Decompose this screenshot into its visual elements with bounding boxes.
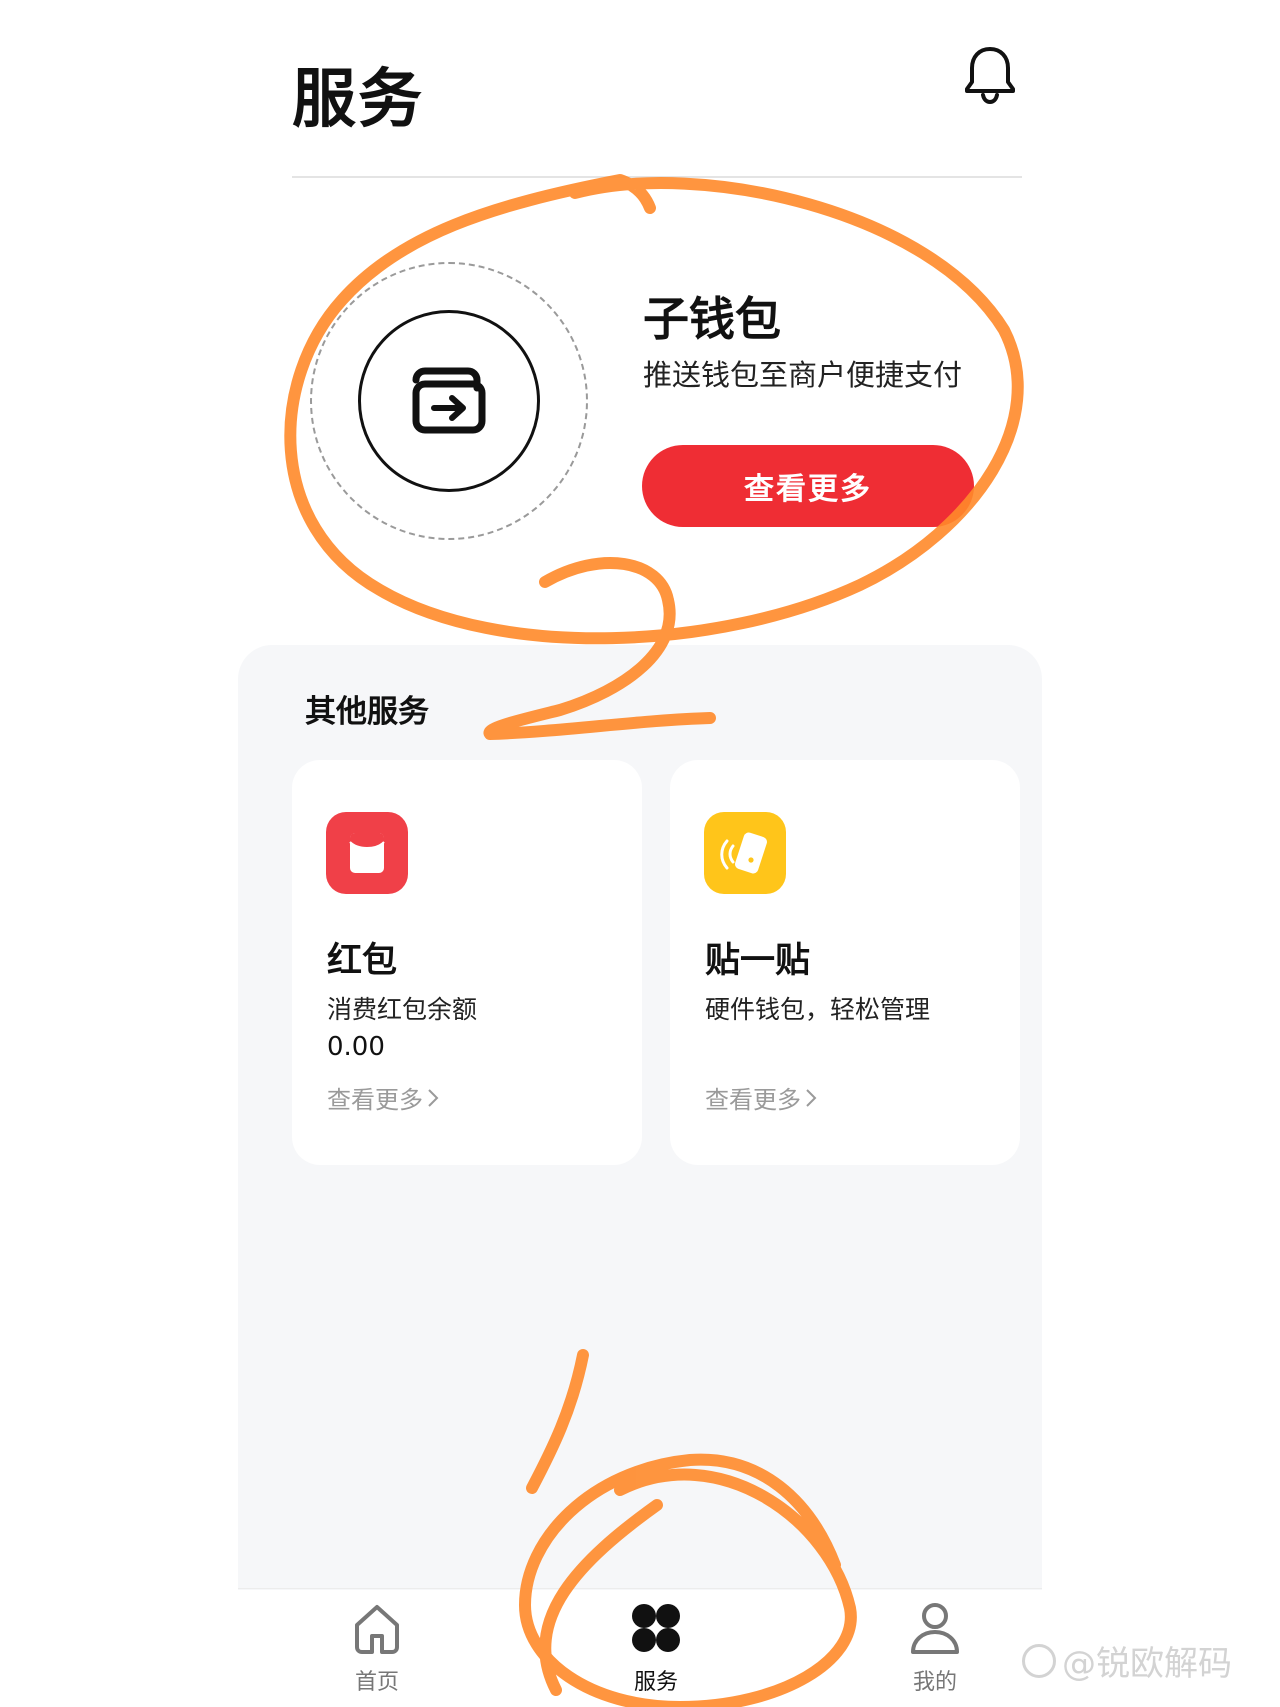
tab-home-label: 首页 [354, 1670, 399, 1695]
tab-home[interactable]: 首页 [307, 1600, 447, 1700]
bell-icon[interactable] [963, 45, 1017, 105]
watermark-text: @锐欧解码 [1062, 1644, 1232, 1684]
red-envelope-title: 红包 [327, 941, 398, 981]
chevron-right-icon [806, 1088, 817, 1107]
other-services-title: 其他服务 [305, 694, 429, 730]
red-envelope-more-link[interactable]: 查看更多 [327, 1080, 439, 1115]
nfc-tap-more-label: 查看更多 [705, 1086, 801, 1114]
tab-mine[interactable]: 我的 [865, 1600, 1005, 1700]
tabbar-divider [238, 1588, 1042, 1589]
wallet-transfer-icon [412, 367, 486, 434]
page-title: 服务 [292, 63, 424, 137]
home-icon [355, 1605, 399, 1654]
header-divider [292, 176, 1022, 178]
nfc-tap-title: 贴一贴 [705, 941, 811, 981]
nfc-tap-card[interactable]: 贴一贴 硬件钱包，轻松管理 查看更多 [670, 760, 1020, 1165]
tab-service-label: 服务 [633, 1670, 678, 1695]
wallet-description: 推送钱包至商户便捷支付 [643, 358, 963, 392]
nfc-tap-icon [704, 812, 786, 894]
tab-service[interactable]: 服务 [586, 1600, 726, 1700]
red-envelope-icon [326, 812, 408, 894]
watermark-logo-icon [1022, 1643, 1056, 1678]
wallet-icon-circle [358, 310, 540, 492]
user-icon [911, 1603, 959, 1654]
wallet-more-button[interactable]: 查看更多 [642, 445, 974, 527]
chevron-right-icon [428, 1088, 439, 1107]
watermark: @锐欧解码 [1022, 1636, 1232, 1685]
wallet-title: 子钱包 [643, 292, 781, 346]
service-grid-icon [632, 1604, 680, 1652]
red-envelope-description: 消费红包余额 [327, 995, 478, 1024]
tab-mine-label: 我的 [912, 1670, 957, 1695]
red-envelope-balance: 0.00 [327, 1032, 385, 1062]
red-envelope-card[interactable]: 红包 消费红包余额 0.00 查看更多 [292, 760, 642, 1165]
red-envelope-more-label: 查看更多 [327, 1086, 423, 1114]
nfc-tap-description: 硬件钱包，轻松管理 [705, 995, 931, 1024]
nfc-tap-more-link[interactable]: 查看更多 [705, 1080, 817, 1115]
